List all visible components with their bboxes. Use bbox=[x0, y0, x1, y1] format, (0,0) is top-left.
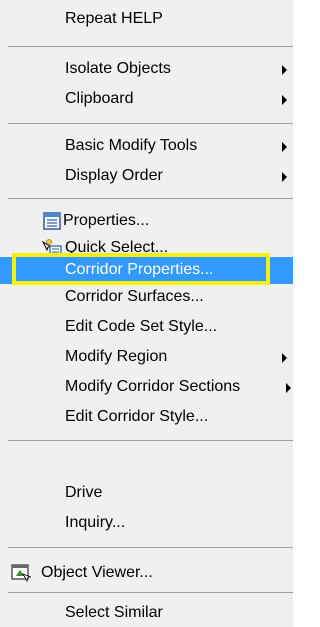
menu-item-label: Repeat HELP bbox=[65, 10, 163, 27]
menu-item-select-similar[interactable]: Select Similar bbox=[0, 600, 293, 627]
menu-item-label: Select Similar bbox=[65, 604, 163, 621]
menu-item-edit-code-set-style[interactable]: Edit Code Set Style... bbox=[0, 314, 293, 341]
menu-item-drive[interactable]: Drive bbox=[0, 480, 293, 507]
menu-item-object-viewer[interactable]: Object Viewer... bbox=[0, 560, 293, 587]
menu-item-label: Properties... bbox=[63, 212, 150, 229]
menu-item-label: Corridor Surfaces... bbox=[65, 288, 204, 305]
menu-item-basic-modify-tools[interactable]: Basic Modify Tools bbox=[0, 133, 293, 160]
menu-item-label: Clipboard bbox=[65, 90, 134, 107]
submenu-arrow-icon bbox=[282, 65, 287, 75]
menu-item-label: Edit Corridor Style... bbox=[65, 408, 209, 425]
submenu-arrow-icon bbox=[286, 383, 291, 393]
submenu-arrow-icon bbox=[282, 142, 287, 152]
menu-item-edit-corridor-style[interactable]: Edit Corridor Style... bbox=[0, 404, 293, 431]
submenu-arrow-icon bbox=[282, 353, 287, 363]
submenu-arrow-icon bbox=[282, 95, 287, 105]
menu-item-label: Drive bbox=[65, 484, 103, 501]
menu-item-label: Edit Code Set Style... bbox=[65, 318, 218, 335]
menu-item-label: Modify Region bbox=[65, 348, 168, 365]
menu-separator bbox=[8, 46, 293, 47]
menu-item-corridor-surfaces[interactable]: Corridor Surfaces... bbox=[0, 284, 293, 311]
menu-item-label: Isolate Objects bbox=[65, 60, 171, 77]
menu-item-modify-corridor-sections[interactable]: Modify Corridor Sections bbox=[0, 374, 293, 401]
object-viewer-icon bbox=[11, 564, 31, 582]
menu-separator bbox=[8, 547, 293, 548]
menu-item-label: Object Viewer... bbox=[41, 564, 153, 581]
menu-separator bbox=[8, 123, 293, 124]
menu-item-modify-region[interactable]: Modify Region bbox=[0, 344, 293, 371]
menu-item-repeat-help[interactable]: Repeat HELP bbox=[0, 6, 293, 33]
menu-item-label: Basic Modify Tools bbox=[65, 137, 198, 154]
highlight-callout-box bbox=[12, 253, 270, 285]
properties-icon bbox=[43, 212, 61, 230]
menu-item-label: Inquiry... bbox=[65, 514, 126, 531]
menu-item-properties[interactable]: Properties... bbox=[0, 208, 293, 235]
menu-item-clipboard[interactable]: Clipboard bbox=[0, 86, 293, 113]
menu-separator bbox=[8, 592, 293, 593]
menu-separator bbox=[8, 440, 293, 441]
context-menu: Repeat HELP Isolate Objects Clipboard Ba… bbox=[0, 0, 293, 627]
menu-item-label: Display Order bbox=[65, 167, 163, 184]
menu-item-inquiry[interactable]: Inquiry... bbox=[0, 510, 293, 537]
menu-item-label: Modify Corridor Sections bbox=[65, 378, 241, 395]
submenu-arrow-icon bbox=[282, 172, 287, 182]
menu-item-display-order[interactable]: Display Order bbox=[0, 163, 293, 190]
menu-separator bbox=[8, 198, 293, 199]
menu-item-isolate-objects[interactable]: Isolate Objects bbox=[0, 56, 293, 83]
